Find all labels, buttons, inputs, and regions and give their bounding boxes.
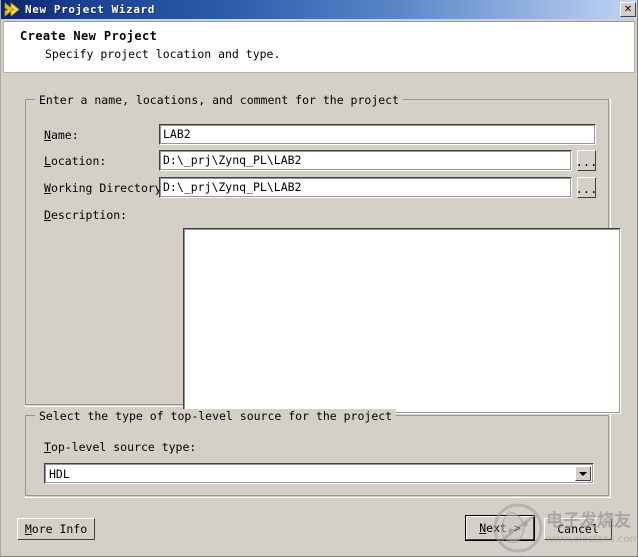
close-button[interactable]: ✕ xyxy=(620,2,636,17)
window-title: New Project Wizard xyxy=(25,3,156,16)
dialog-body: Enter a name, locations, and comment for… xyxy=(1,75,637,556)
close-icon: ✕ xyxy=(623,3,633,15)
top-level-source-type-select[interactable]: HDL xyxy=(44,463,594,484)
top-level-source-type-value: HDL xyxy=(49,467,70,481)
name-input[interactable]: LAB2 xyxy=(159,124,596,145)
working-directory-input[interactable]: D:\_prj\Zynq_PL\LAB2 xyxy=(159,177,572,198)
working-directory-label: Working Directory: xyxy=(44,181,169,195)
cancel-button[interactable]: Cancel xyxy=(544,518,612,540)
wizard-chevron-icon xyxy=(4,2,22,17)
project-info-legend: Enter a name, locations, and comment for… xyxy=(35,93,404,107)
source-type-legend: Select the type of top-level source for … xyxy=(35,409,397,423)
wizard-header: Create New Project Specify project locat… xyxy=(3,21,635,73)
title-bar: New Project Wizard ✕ xyxy=(1,0,637,19)
next-button[interactable]: Next > xyxy=(466,516,534,540)
more-info-button[interactable]: More Info xyxy=(17,518,95,540)
location-label: Location: xyxy=(44,154,107,168)
new-project-wizard-dialog: New Project Wizard ✕ Create New Project … xyxy=(0,0,638,557)
chevron-down-icon[interactable] xyxy=(575,466,591,481)
page-title: Create New Project xyxy=(20,29,158,43)
top-level-source-type-label: Top-level source type: xyxy=(44,440,197,454)
project-info-group: Enter a name, locations, and comment for… xyxy=(25,93,621,414)
name-label: Name: xyxy=(44,128,79,142)
location-browse-button[interactable]: ... xyxy=(576,150,597,171)
source-type-group: Select the type of top-level source for … xyxy=(25,409,611,498)
working-directory-browse-button[interactable]: ... xyxy=(576,177,597,198)
page-subtitle: Specify project location and type. xyxy=(45,47,281,61)
description-label: Description: xyxy=(44,208,128,222)
description-textarea[interactable] xyxy=(183,228,621,414)
location-input[interactable]: D:\_prj\Zynq_PL\LAB2 xyxy=(159,150,572,171)
